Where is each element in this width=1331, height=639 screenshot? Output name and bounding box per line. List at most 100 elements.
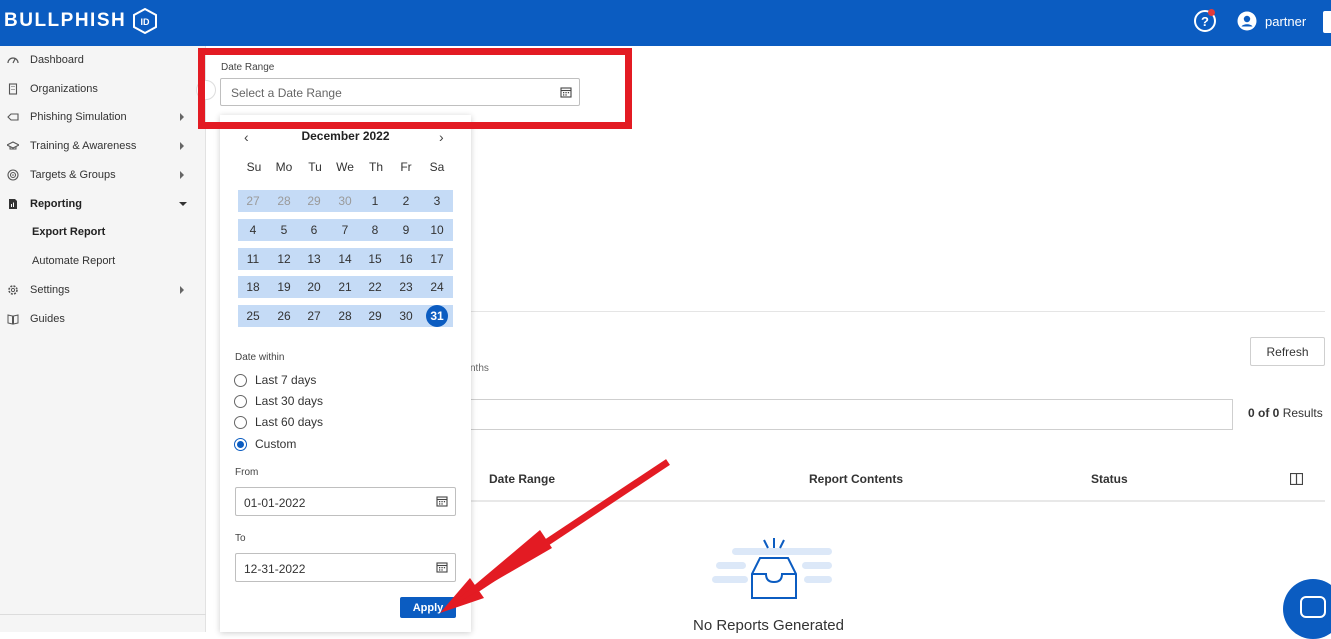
edge-tab[interactable] (1323, 11, 1331, 33)
chat-icon (1300, 596, 1326, 618)
calendar-day[interactable]: 24 (422, 276, 452, 298)
calendar-week-row: 27 28 29 30 1 2 3 (238, 190, 453, 212)
calendar-day[interactable]: 1 (360, 190, 390, 212)
sidebar-item-guides[interactable]: Guides (0, 305, 206, 333)
calendar-day[interactable]: 20 (299, 276, 329, 298)
calendar-day[interactable]: 25 (238, 305, 268, 327)
top-bar: BULLPHISH ID ? partner (0, 0, 1331, 46)
column-header-report-contents[interactable]: Report Contents (809, 472, 903, 486)
from-label: From (235, 467, 259, 478)
calendar-day[interactable]: 19 (269, 276, 299, 298)
building-icon (8, 83, 18, 95)
calendar-day[interactable]: 22 (360, 276, 390, 298)
date-within-label: Date within (235, 352, 285, 363)
calendar-day[interactable]: 7 (330, 219, 360, 241)
calendar-icon[interactable] (436, 561, 448, 573)
calendar-day[interactable]: 30 (330, 190, 360, 212)
calendar-day[interactable]: 13 (299, 248, 329, 270)
chevron-right-icon (180, 171, 184, 179)
brand-logo[interactable]: BULLPHISH ID (4, 8, 158, 34)
mortarboard-icon (7, 141, 19, 150)
calendar-day[interactable]: 31 (426, 305, 448, 328)
calendar-day[interactable]: 26 (269, 305, 299, 327)
weekday-label: Fr (400, 160, 412, 174)
retention-note: nths (470, 363, 489, 374)
radio-button[interactable] (234, 394, 247, 408)
radio-custom[interactable]: Custom (234, 436, 296, 452)
sidebar-subitem-automate-report[interactable]: Automate Report (32, 255, 115, 267)
calendar-day[interactable]: 12 (269, 248, 299, 270)
search-input[interactable] (470, 399, 1233, 430)
calendar-day[interactable]: 28 (330, 305, 360, 327)
radio-last-60-days[interactable]: Last 60 days (234, 414, 323, 430)
weekday-label: We (336, 160, 354, 174)
section-divider (470, 311, 1325, 312)
weekday-label: Mo (275, 160, 293, 174)
calendar-day[interactable]: 27 (238, 190, 268, 212)
weekday-label: Sa (429, 160, 445, 174)
calendar-day[interactable]: 27 (299, 305, 329, 327)
calendar-day[interactable]: 2 (391, 190, 421, 212)
apply-button[interactable]: Apply (400, 597, 456, 618)
empty-inbox-icon (712, 538, 832, 599)
from-date-field[interactable]: 01-01-2022 (235, 487, 456, 516)
calendar-day[interactable]: 30 (391, 305, 421, 327)
radio-last-30-days[interactable]: Last 30 days (234, 393, 323, 409)
chevron-right-icon (180, 142, 184, 150)
calendar-day[interactable]: 28 (269, 190, 299, 212)
calendar-day[interactable]: 16 (391, 248, 421, 270)
sidebar-item-training-awareness[interactable]: Training & Awareness (0, 132, 206, 160)
calendar-week-row: 4 5 6 7 8 9 10 (238, 218, 453, 241)
calendar-day[interactable]: 5 (269, 219, 299, 241)
svg-text:?: ? (1201, 14, 1209, 29)
calendar-day[interactable]: 3 (422, 190, 452, 212)
calendar-day[interactable]: 10 (422, 219, 452, 241)
chevron-right-icon (180, 286, 184, 294)
account-circle-icon[interactable] (1237, 11, 1257, 31)
column-header-status[interactable]: Status (1091, 472, 1128, 486)
weekday-label: Th (368, 160, 383, 174)
calendar-week-row: 18 19 20 21 22 23 24 (238, 276, 453, 299)
calendar-month-label: December 2022 (301, 129, 390, 143)
calendar-icon[interactable] (436, 495, 448, 507)
calendar-day[interactable]: 29 (299, 190, 329, 212)
radio-button[interactable] (234, 415, 247, 429)
column-header-date-range[interactable]: Date Range (489, 472, 555, 486)
sidebar-item-organizations[interactable]: Organizations (0, 75, 206, 103)
sidebar-item-dashboard[interactable]: Dashboard (0, 46, 206, 74)
refresh-button[interactable]: Refresh (1250, 337, 1325, 366)
columns-icon[interactable] (1290, 473, 1303, 485)
radio-button-selected[interactable] (234, 437, 247, 451)
calendar-day[interactable]: 4 (238, 219, 268, 241)
sidebar-item-targets-groups[interactable]: Targets & Groups (0, 161, 206, 189)
date-range-popup: ‹ December 2022 › Su Mo Tu We Th Fr Sa 2… (220, 115, 471, 632)
chat-launcher-button[interactable] (1283, 579, 1331, 639)
calendar-day[interactable]: 23 (391, 276, 421, 298)
radio-last-7-days[interactable]: Last 7 days (234, 372, 316, 388)
calendar-day[interactable]: 11 (238, 248, 268, 270)
user-name[interactable]: partner (1265, 14, 1306, 29)
calendar-day[interactable]: 8 (360, 219, 390, 241)
calendar-day[interactable]: 18 (238, 276, 268, 298)
calendar-day[interactable]: 17 (422, 248, 452, 270)
to-label: To (235, 533, 246, 544)
brand-name: BULLPHISH (4, 10, 127, 31)
calendar-day[interactable]: 29 (360, 305, 390, 327)
sidebar-item-reporting[interactable]: Reporting (0, 190, 206, 218)
next-month-button[interactable]: › (439, 129, 444, 145)
calendar-day[interactable]: 6 (299, 219, 329, 241)
calendar-day[interactable]: 14 (330, 248, 360, 270)
target-icon (7, 169, 19, 181)
sidebar-subitem-export-report[interactable]: Export Report (32, 226, 105, 238)
to-date-field[interactable]: 12-31-2022 (235, 553, 456, 582)
sidebar-footer (0, 614, 206, 634)
radio-button[interactable] (234, 373, 247, 387)
sidebar-item-phishing-simulation[interactable]: Phishing Simulation (0, 103, 206, 131)
calendar-day[interactable]: 21 (330, 276, 360, 298)
chevron-right-icon (180, 113, 184, 121)
sidebar: Dashboard Organizations Phishing Simulat… (0, 46, 206, 632)
calendar-day[interactable]: 15 (360, 248, 390, 270)
calendar-day[interactable]: 9 (391, 219, 421, 241)
sidebar-item-settings[interactable]: Settings (0, 276, 206, 304)
brand-badge-icon: ID (133, 8, 158, 34)
